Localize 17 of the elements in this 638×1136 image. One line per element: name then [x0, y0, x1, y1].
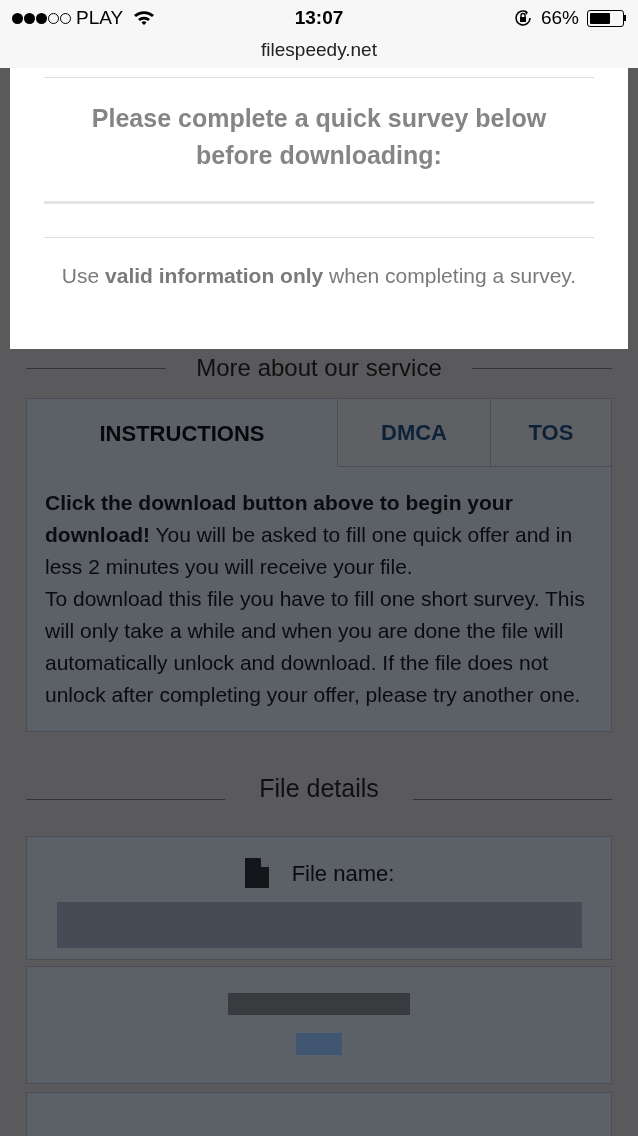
tab[interactable]: TOS: [490, 399, 611, 467]
battery-icon: [587, 9, 626, 27]
carrier-name: PLAY: [76, 5, 124, 30]
battery-percent: 66%: [540, 5, 579, 30]
wifi-icon: [133, 10, 156, 26]
file-name-label: File name:: [291, 859, 395, 888]
section-heading: More about our service: [195, 353, 443, 383]
tab[interactable]: DMCA: [337, 399, 490, 467]
instructions-text: Click the download button above to begin your download! You will be asked to fill one quick offer and in less 2 minutes you will receive your file. To download this file you have to fill one short survey. This will only take a while and when you are done the file will automatically unlock and download. If the file does not unlock after completing your offer, please try another one.: [44, 490, 586, 708]
clock-time: 13:07: [294, 5, 344, 30]
section-heading: File details: [258, 773, 380, 804]
modal-heading: Please complete a quick survey below before downloading:: [90, 103, 548, 171]
pixelated-block: [296, 1032, 342, 1055]
rotation-lock-icon: [512, 8, 533, 28]
modal-note: Use valid information only when completing a survey.: [60, 263, 578, 289]
address-url[interactable]: filespeedy.net: [261, 36, 377, 65]
document-icon: [243, 857, 270, 889]
